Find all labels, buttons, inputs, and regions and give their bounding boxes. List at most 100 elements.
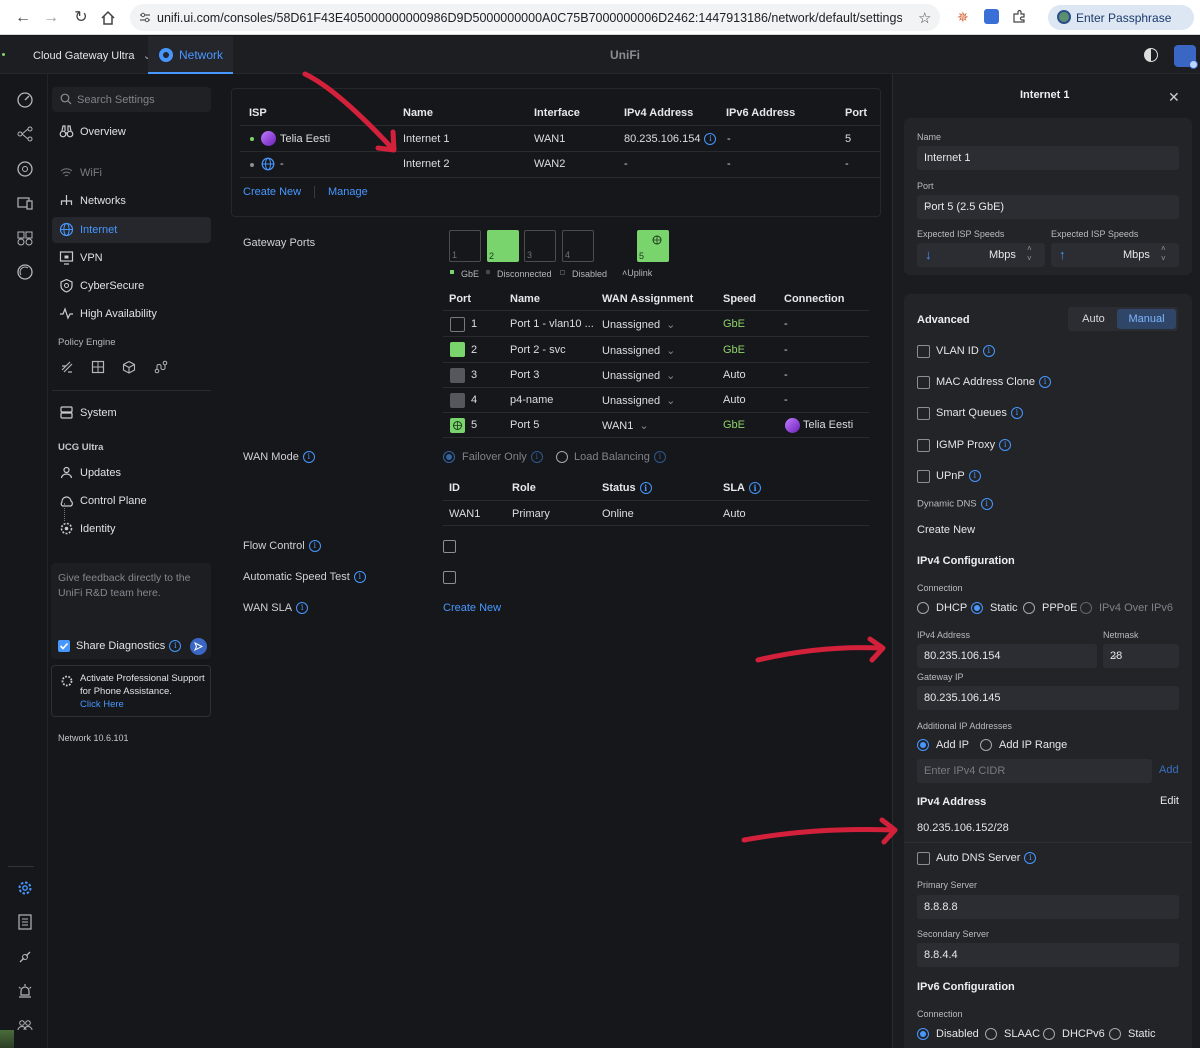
feedback-box[interactable]: Give feedback directly to the UniFi R&D …	[51, 563, 211, 659]
ipv4-over-ipv6-radio[interactable]	[1080, 602, 1092, 614]
ipv6-static-radio[interactable]	[1109, 1028, 1121, 1040]
sidebar-item-system[interactable]: System	[52, 400, 211, 426]
mode-manual-button[interactable]: Manual	[1117, 309, 1176, 329]
table-row[interactable]: 1 Port 1 - vlan10 ... Unassigned ⌄ GbE -	[443, 311, 869, 336]
load-balancing-radio[interactable]	[556, 451, 568, 463]
sidebar-item-overview[interactable]: Overview	[52, 119, 211, 145]
sidebar-item-identity[interactable]: Identity	[52, 516, 211, 542]
settings-gear-icon[interactable]	[16, 879, 34, 897]
create-dynamic-dns-link[interactable]: Create New	[917, 524, 975, 536]
add-cidr-button[interactable]: Add	[1159, 764, 1179, 776]
port-graphic-3[interactable]: 3	[524, 230, 556, 262]
extension-key-icon[interactable]	[984, 9, 999, 24]
console-selector[interactable]: Cloud Gateway Ultra ⌄	[33, 49, 152, 62]
table-row[interactable]: 3 Port 3 Unassigned ⌄ Auto -	[443, 363, 869, 388]
upnp-checkbox[interactable]	[917, 470, 930, 483]
sidebar-item-cybersecure[interactable]: CyberSecure	[52, 273, 211, 299]
professional-support-box[interactable]: Activate Professional Support for Phone …	[51, 665, 211, 717]
wan-assignment-select[interactable]: Unassigned ⌄	[602, 318, 675, 331]
alarm-icon[interactable]	[16, 982, 34, 1000]
add-ip-radio[interactable]	[917, 739, 929, 751]
topology-icon[interactable]	[16, 125, 34, 143]
extension-burst-icon[interactable]: ✵	[957, 9, 969, 26]
reload-icon[interactable]: ↻	[72, 9, 90, 27]
sidebar-item-control-plane[interactable]: Control Plane	[52, 488, 211, 514]
sidebar-item-wifi[interactable]: WiFi	[52, 160, 211, 186]
dashboard-icon[interactable]	[16, 91, 34, 109]
integrations-icon[interactable]	[16, 948, 34, 966]
search-settings-input[interactable]: Search Settings	[52, 87, 211, 112]
table-row[interactable]: WAN1 Primary Online Auto	[443, 501, 869, 526]
wan-assignment-select[interactable]: Unassigned ⌄	[602, 369, 675, 382]
bookmark-star-icon[interactable]: ☆	[918, 9, 931, 27]
back-icon[interactable]: ←	[14, 9, 32, 27]
site-info-icon[interactable]	[139, 12, 151, 23]
forward-icon[interactable]: →	[42, 9, 60, 27]
failover-only-radio[interactable]	[443, 451, 455, 463]
ipv4-cidr-input[interactable]: Enter IPv4 CIDR	[917, 759, 1152, 783]
create-new-wan-link[interactable]: Create New	[243, 186, 301, 198]
name-field[interactable]: Internet 1	[917, 146, 1179, 170]
sidebar-item-networks[interactable]: Networks	[52, 188, 211, 214]
upload-speed-input[interactable]: ↑ Mbps ˄ ˅	[1051, 243, 1179, 267]
theme-toggle-icon[interactable]	[1144, 48, 1158, 62]
policy-route-icon[interactable]	[154, 360, 168, 374]
edit-ipv4-address-link[interactable]: Edit	[1160, 795, 1179, 807]
static-radio[interactable]	[971, 602, 983, 614]
mac-clone-checkbox[interactable]	[917, 376, 930, 389]
table-row[interactable]: - Internet 2 WAN2 - - -	[240, 152, 880, 177]
ipv6-disabled-radio[interactable]	[917, 1028, 929, 1040]
insights-icon[interactable]	[16, 229, 34, 247]
sidebar-item-updates[interactable]: Updates	[52, 460, 211, 486]
policy-cube-icon[interactable]	[122, 360, 136, 374]
gateway-ip-input[interactable]: 80.235.106.145	[917, 686, 1179, 710]
logs-icon[interactable]	[16, 913, 34, 931]
protect-icon[interactable]	[16, 263, 34, 281]
download-speed-input[interactable]: ↓ Mbps ˄ ˅	[917, 243, 1045, 267]
vlan-id-checkbox[interactable]	[917, 345, 930, 358]
ipv4-address-input[interactable]: 80.235.106.154	[917, 644, 1097, 668]
port-graphic-4[interactable]: 4	[562, 230, 594, 262]
dhcp-radio[interactable]	[917, 602, 929, 614]
port-graphic-1[interactable]: 1	[449, 230, 481, 262]
smart-queues-checkbox[interactable]	[917, 407, 930, 420]
clients-icon[interactable]	[16, 194, 34, 212]
port-graphic-5-uplink[interactable]: 5	[637, 230, 669, 262]
home-icon[interactable]	[99, 9, 117, 27]
manage-wan-link[interactable]: Manage	[328, 186, 368, 198]
create-new-sla-link[interactable]: Create New	[443, 602, 501, 614]
wan-assignment-select[interactable]: Unassigned ⌄	[602, 394, 675, 407]
send-feedback-icon[interactable]	[190, 638, 207, 655]
auto-speed-test-checkbox[interactable]	[443, 571, 456, 584]
support-click-here-link[interactable]: Click Here	[80, 699, 124, 710]
add-ip-range-radio[interactable]	[980, 739, 992, 751]
devices-icon[interactable]	[16, 160, 34, 178]
admins-icon[interactable]	[16, 1016, 34, 1034]
extensions-puzzle-icon[interactable]	[1012, 9, 1027, 24]
sidebar-item-high-availability[interactable]: High Availability	[52, 301, 211, 327]
enter-passphrase-button[interactable]: Enter Passphrase	[1048, 5, 1194, 30]
close-icon[interactable]: ✕	[1168, 89, 1180, 106]
table-row[interactable]: 5 Port 5 WAN1 ⌄ GbE Telia Eesti	[443, 413, 869, 438]
primary-dns-input[interactable]: 8.8.8.8	[917, 895, 1179, 919]
network-app-tab[interactable]: Network	[148, 36, 233, 74]
secondary-dns-input[interactable]: 8.8.4.4	[917, 943, 1179, 967]
policy-grid-icon[interactable]	[91, 360, 105, 374]
policy-firewall-icon[interactable]	[60, 360, 74, 374]
mode-auto-button[interactable]: Auto	[1071, 309, 1116, 329]
table-row[interactable]: Telia Eesti Internet 1 WAN1 80.235.106.1…	[240, 126, 880, 151]
flow-control-checkbox[interactable]	[443, 540, 456, 553]
dhcpv6-radio[interactable]	[1043, 1028, 1055, 1040]
port-select[interactable]: Port 5 (2.5 GbE) ⌄	[917, 195, 1179, 219]
pppoe-radio[interactable]	[1023, 602, 1035, 614]
table-row[interactable]: 2 Port 2 - svc Unassigned ⌄ GbE -	[443, 337, 869, 362]
wan-assignment-select[interactable]: Unassigned ⌄	[602, 344, 675, 357]
igmp-proxy-checkbox[interactable]	[917, 439, 930, 452]
auto-dns-checkbox[interactable]	[917, 852, 930, 865]
user-avatar[interactable]	[1174, 45, 1198, 69]
slaac-radio[interactable]	[985, 1028, 997, 1040]
port-graphic-2[interactable]: 2	[487, 230, 519, 262]
table-row[interactable]: 4 p4-name Unassigned ⌄ Auto -	[443, 388, 869, 413]
share-diagnostics-checkbox[interactable]	[58, 640, 70, 652]
address-bar[interactable]: unifi.ui.com/consoles/58D61F43E405000000…	[130, 4, 940, 31]
